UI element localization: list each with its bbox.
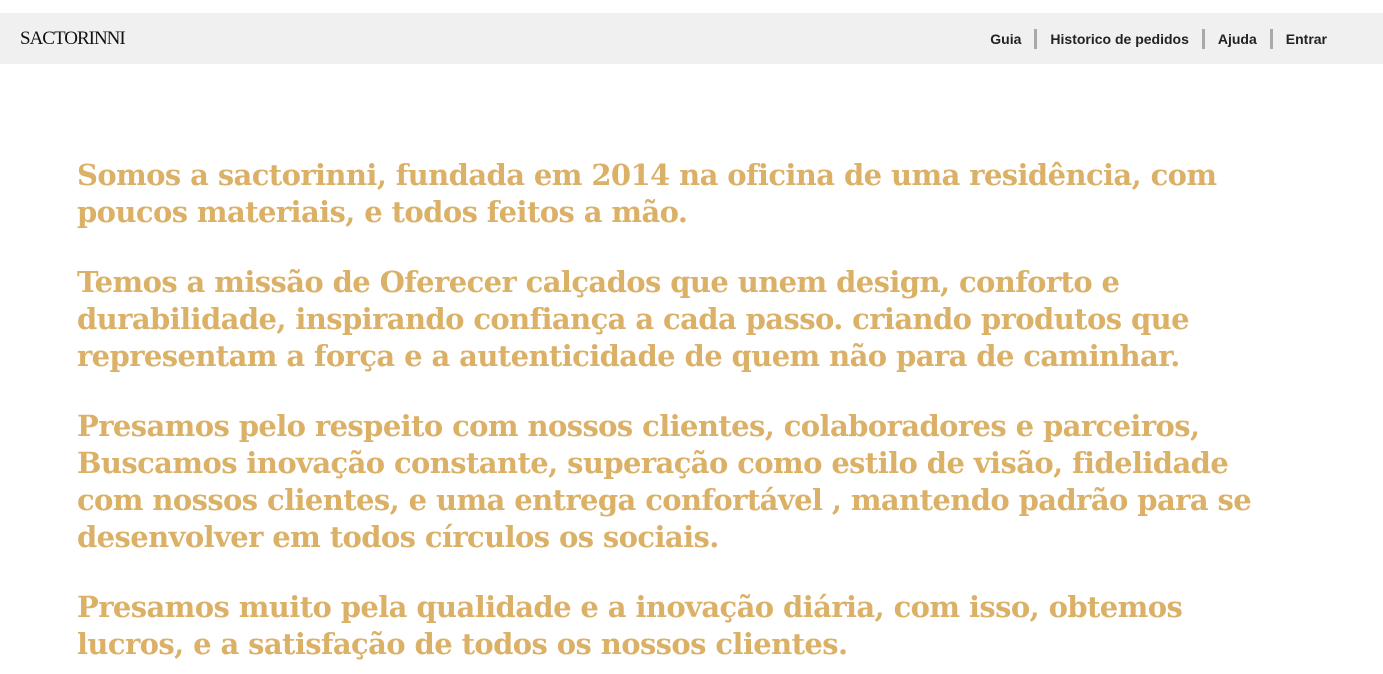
about-section: Somos a sactorinni, fundada em 2014 na o…	[77, 157, 1277, 674]
nav-separator	[1201, 28, 1205, 49]
about-paragraph-mission: Temos a missão de Oferecer calçados que …	[77, 265, 1190, 373]
about-paragraph-history: Somos a sactorinni, fundada em 2014 na o…	[77, 158, 1217, 229]
nav-link-entrar[interactable]: Entrar	[1286, 31, 1327, 47]
nav-link-guia[interactable]: Guia	[990, 31, 1021, 47]
brand-logo[interactable]: SACTORINNI	[20, 27, 126, 51]
main-nav: Guia Historico de pedidos Ajuda Entrar	[990, 13, 1327, 64]
nav-separator	[1269, 28, 1273, 49]
top-navbar: SACTORINNI Guia Historico de pedidos Aju…	[0, 13, 1383, 64]
about-paragraph-values: Presamos pelo respeito com nossos client…	[77, 409, 1252, 554]
about-paragraph-quality: Presamos muito pela qualidade e a inovaç…	[77, 590, 1183, 661]
nav-separator	[1034, 28, 1038, 49]
nav-link-ajuda[interactable]: Ajuda	[1218, 31, 1257, 47]
nav-link-historico-de-pedidos[interactable]: Historico de pedidos	[1050, 31, 1188, 47]
